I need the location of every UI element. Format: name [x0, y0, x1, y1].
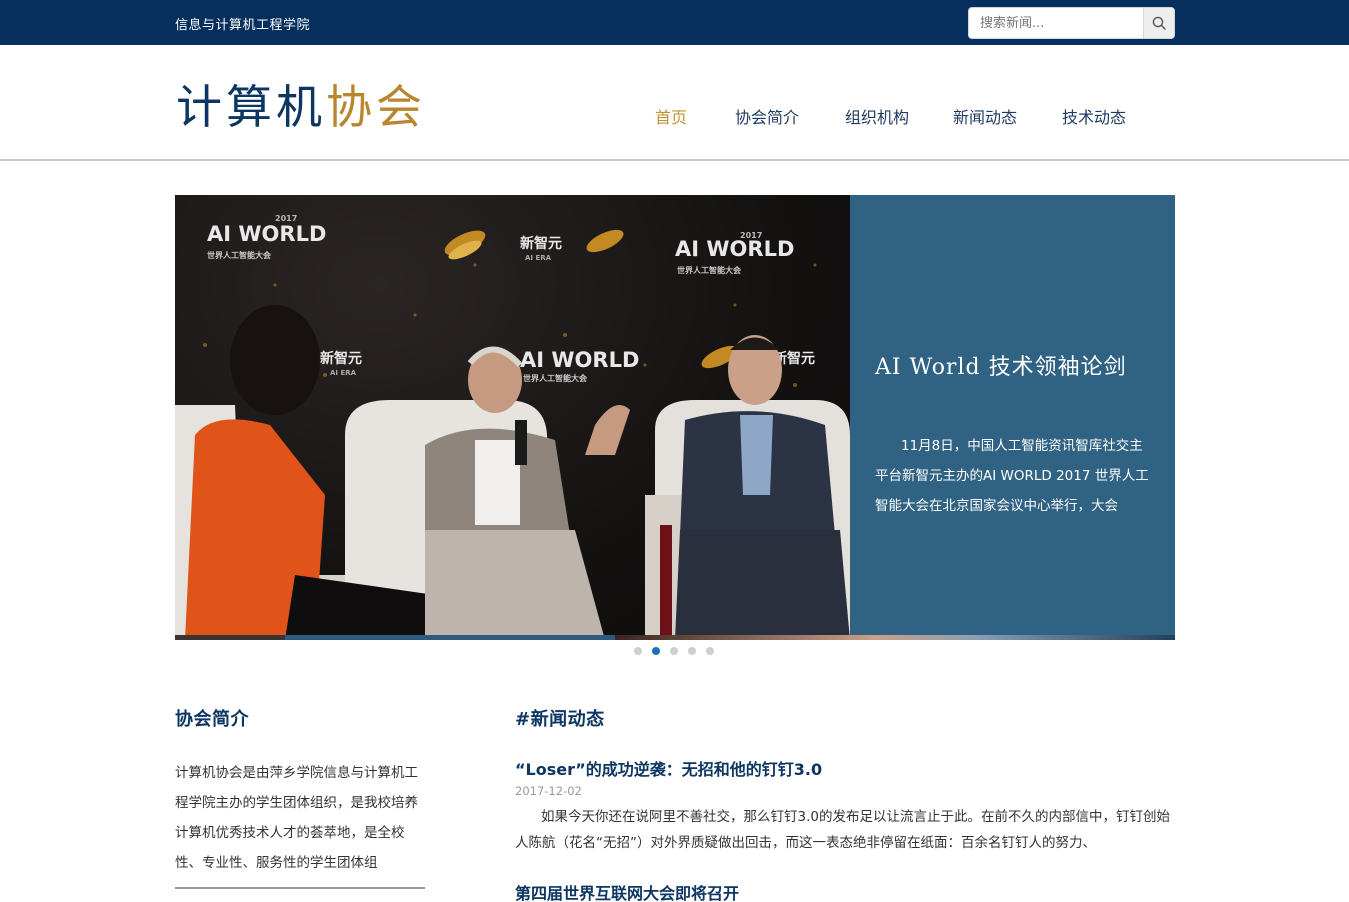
college-name[interactable]: 信息与计算机工程学院 — [175, 14, 310, 33]
backdrop-sub-1: 世界人工智能大会 — [207, 250, 271, 260]
news-item: “Loser”的成功逆袭：无招和他的钉钉3.0 2017-12-02 如果今天你… — [515, 756, 1175, 856]
nav-tech[interactable]: 技术动态 — [1062, 104, 1126, 128]
backdrop-sub-3: 世界人工智能大会 — [523, 373, 587, 383]
search-input[interactable] — [969, 8, 1145, 38]
news-item: 第四届世界互联网大会即将召开 — [515, 880, 1175, 902]
nav-news[interactable]: 新闻动态 — [953, 104, 1017, 128]
carousel-dot-2[interactable] — [652, 647, 660, 655]
backdrop-brand-1: 新智元 — [520, 235, 562, 252]
about-section: 协会简介 计算机协会是由萍乡学院信息与计算机工程学院主办的学生团体组织，是我校培… — [175, 705, 425, 878]
carousel-dot-1[interactable] — [634, 647, 642, 655]
backdrop-ai-world-3: AI WORLD — [520, 348, 639, 372]
carousel-dot-3[interactable] — [670, 647, 678, 655]
news-section-title: #新闻动态 — [515, 709, 605, 730]
panel-speakers — [185, 305, 850, 640]
slide-description: 11月8日，中国人工智能资讯智库社交主平台新智元主办的AI WORLD 2017… — [875, 438, 1149, 514]
backdrop-brand-small-2: AI ERA — [330, 369, 357, 377]
nav-organization[interactable]: 组织机构 — [845, 104, 909, 128]
news-item-summary: 如果今天你还在说阿里不善社交，那么钉钉3.0的发布足以让流言止于此。在前不久的内… — [515, 809, 1170, 851]
main-nav: 首页 协会简介 组织机构 新闻动态 技术动态 — [0, 104, 1349, 128]
backdrop-sub-2: 世界人工智能大会 — [677, 265, 741, 275]
about-title: 协会简介 — [175, 709, 249, 730]
backdrop-brand-2: 新智元 — [320, 350, 362, 367]
hero-carousel[interactable]: AI WORLD 2017 世界人工智能大会 AI WORLD 2017 世界人… — [175, 195, 1175, 640]
backdrop-brand-small-1: AI ERA — [525, 254, 552, 262]
backdrop-ai-world-1: AI WORLD — [207, 222, 326, 246]
news-item-date: 2017-12-02 — [515, 784, 582, 798]
search-box — [968, 7, 1175, 39]
top-bar: 信息与计算机工程学院 — [0, 0, 1349, 45]
backdrop-ai-world-2: AI WORLD — [675, 237, 794, 261]
slide-image[interactable]: AI WORLD 2017 世界人工智能大会 AI WORLD 2017 世界人… — [175, 195, 850, 640]
news-item-title[interactable]: 第四届世界互联网大会即将召开 — [515, 880, 1175, 902]
slide-caption-panel: AI World 技术领袖论剑 11月8日，中国人工智能资讯智库社交主平台新智元… — [850, 195, 1175, 635]
slide-title[interactable]: AI World 技术领袖论剑 — [875, 349, 1127, 381]
news-item-title[interactable]: “Loser”的成功逆袭：无招和他的钉钉3.0 — [515, 756, 1175, 780]
backdrop-year-2: 2017 — [740, 231, 762, 240]
backdrop-year-1: 2017 — [275, 214, 297, 223]
search-icon — [1152, 16, 1166, 30]
next-slide-preview-strip — [175, 635, 1175, 640]
news-section: #新闻动态 “Loser”的成功逆袭：无招和他的钉钉3.0 2017-12-02… — [515, 705, 1175, 902]
carousel-dot-5[interactable] — [706, 647, 714, 655]
site-header: 计算机协会 首页 协会简介 组织机构 新闻动态 技术动态 — [0, 45, 1349, 161]
about-divider — [175, 887, 425, 889]
search-button[interactable] — [1143, 8, 1174, 38]
nav-about[interactable]: 协会简介 — [735, 104, 799, 128]
carousel-dot-4[interactable] — [688, 647, 696, 655]
about-text: 计算机协会是由萍乡学院信息与计算机工程学院主办的学生团体组织，是我校培养计算机优… — [175, 765, 418, 871]
nav-home[interactable]: 首页 — [655, 104, 687, 128]
